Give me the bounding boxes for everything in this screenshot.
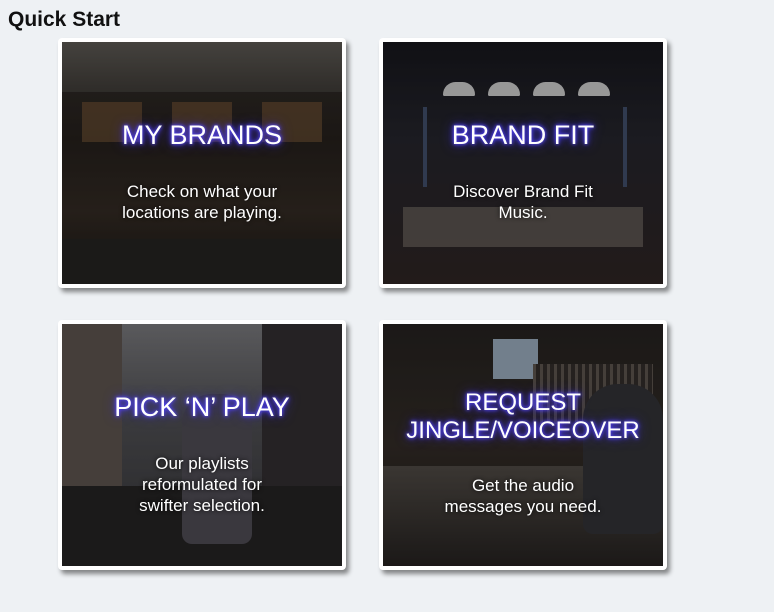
card-title: REQUEST JINGLE/VOICEOVER <box>406 389 640 444</box>
card-description: Our playlists reformulated for swifter s… <box>139 454 265 515</box>
card-pick-n-play[interactable]: PICK ‘N’ PLAY Our playlists reformulated… <box>58 320 346 570</box>
card-request-jingle[interactable]: REQUEST JINGLE/VOICEOVER Get the audio m… <box>379 320 667 570</box>
card-title: MY BRANDS <box>121 120 283 150</box>
card-title: BRAND FIT <box>451 120 595 150</box>
card-title: PICK ‘N’ PLAY <box>114 392 290 422</box>
card-my-brands[interactable]: MY BRANDS Check on what your locations a… <box>58 38 346 288</box>
card-brand-fit[interactable]: BRAND FIT Discover Brand Fit Music. <box>379 38 667 288</box>
card-description: Check on what your locations are playing… <box>122 182 282 222</box>
card-description: Discover Brand Fit Music. <box>453 182 593 222</box>
card-description: Get the audio messages you need. <box>444 476 602 516</box>
page-title: Quick Start <box>8 8 121 31</box>
